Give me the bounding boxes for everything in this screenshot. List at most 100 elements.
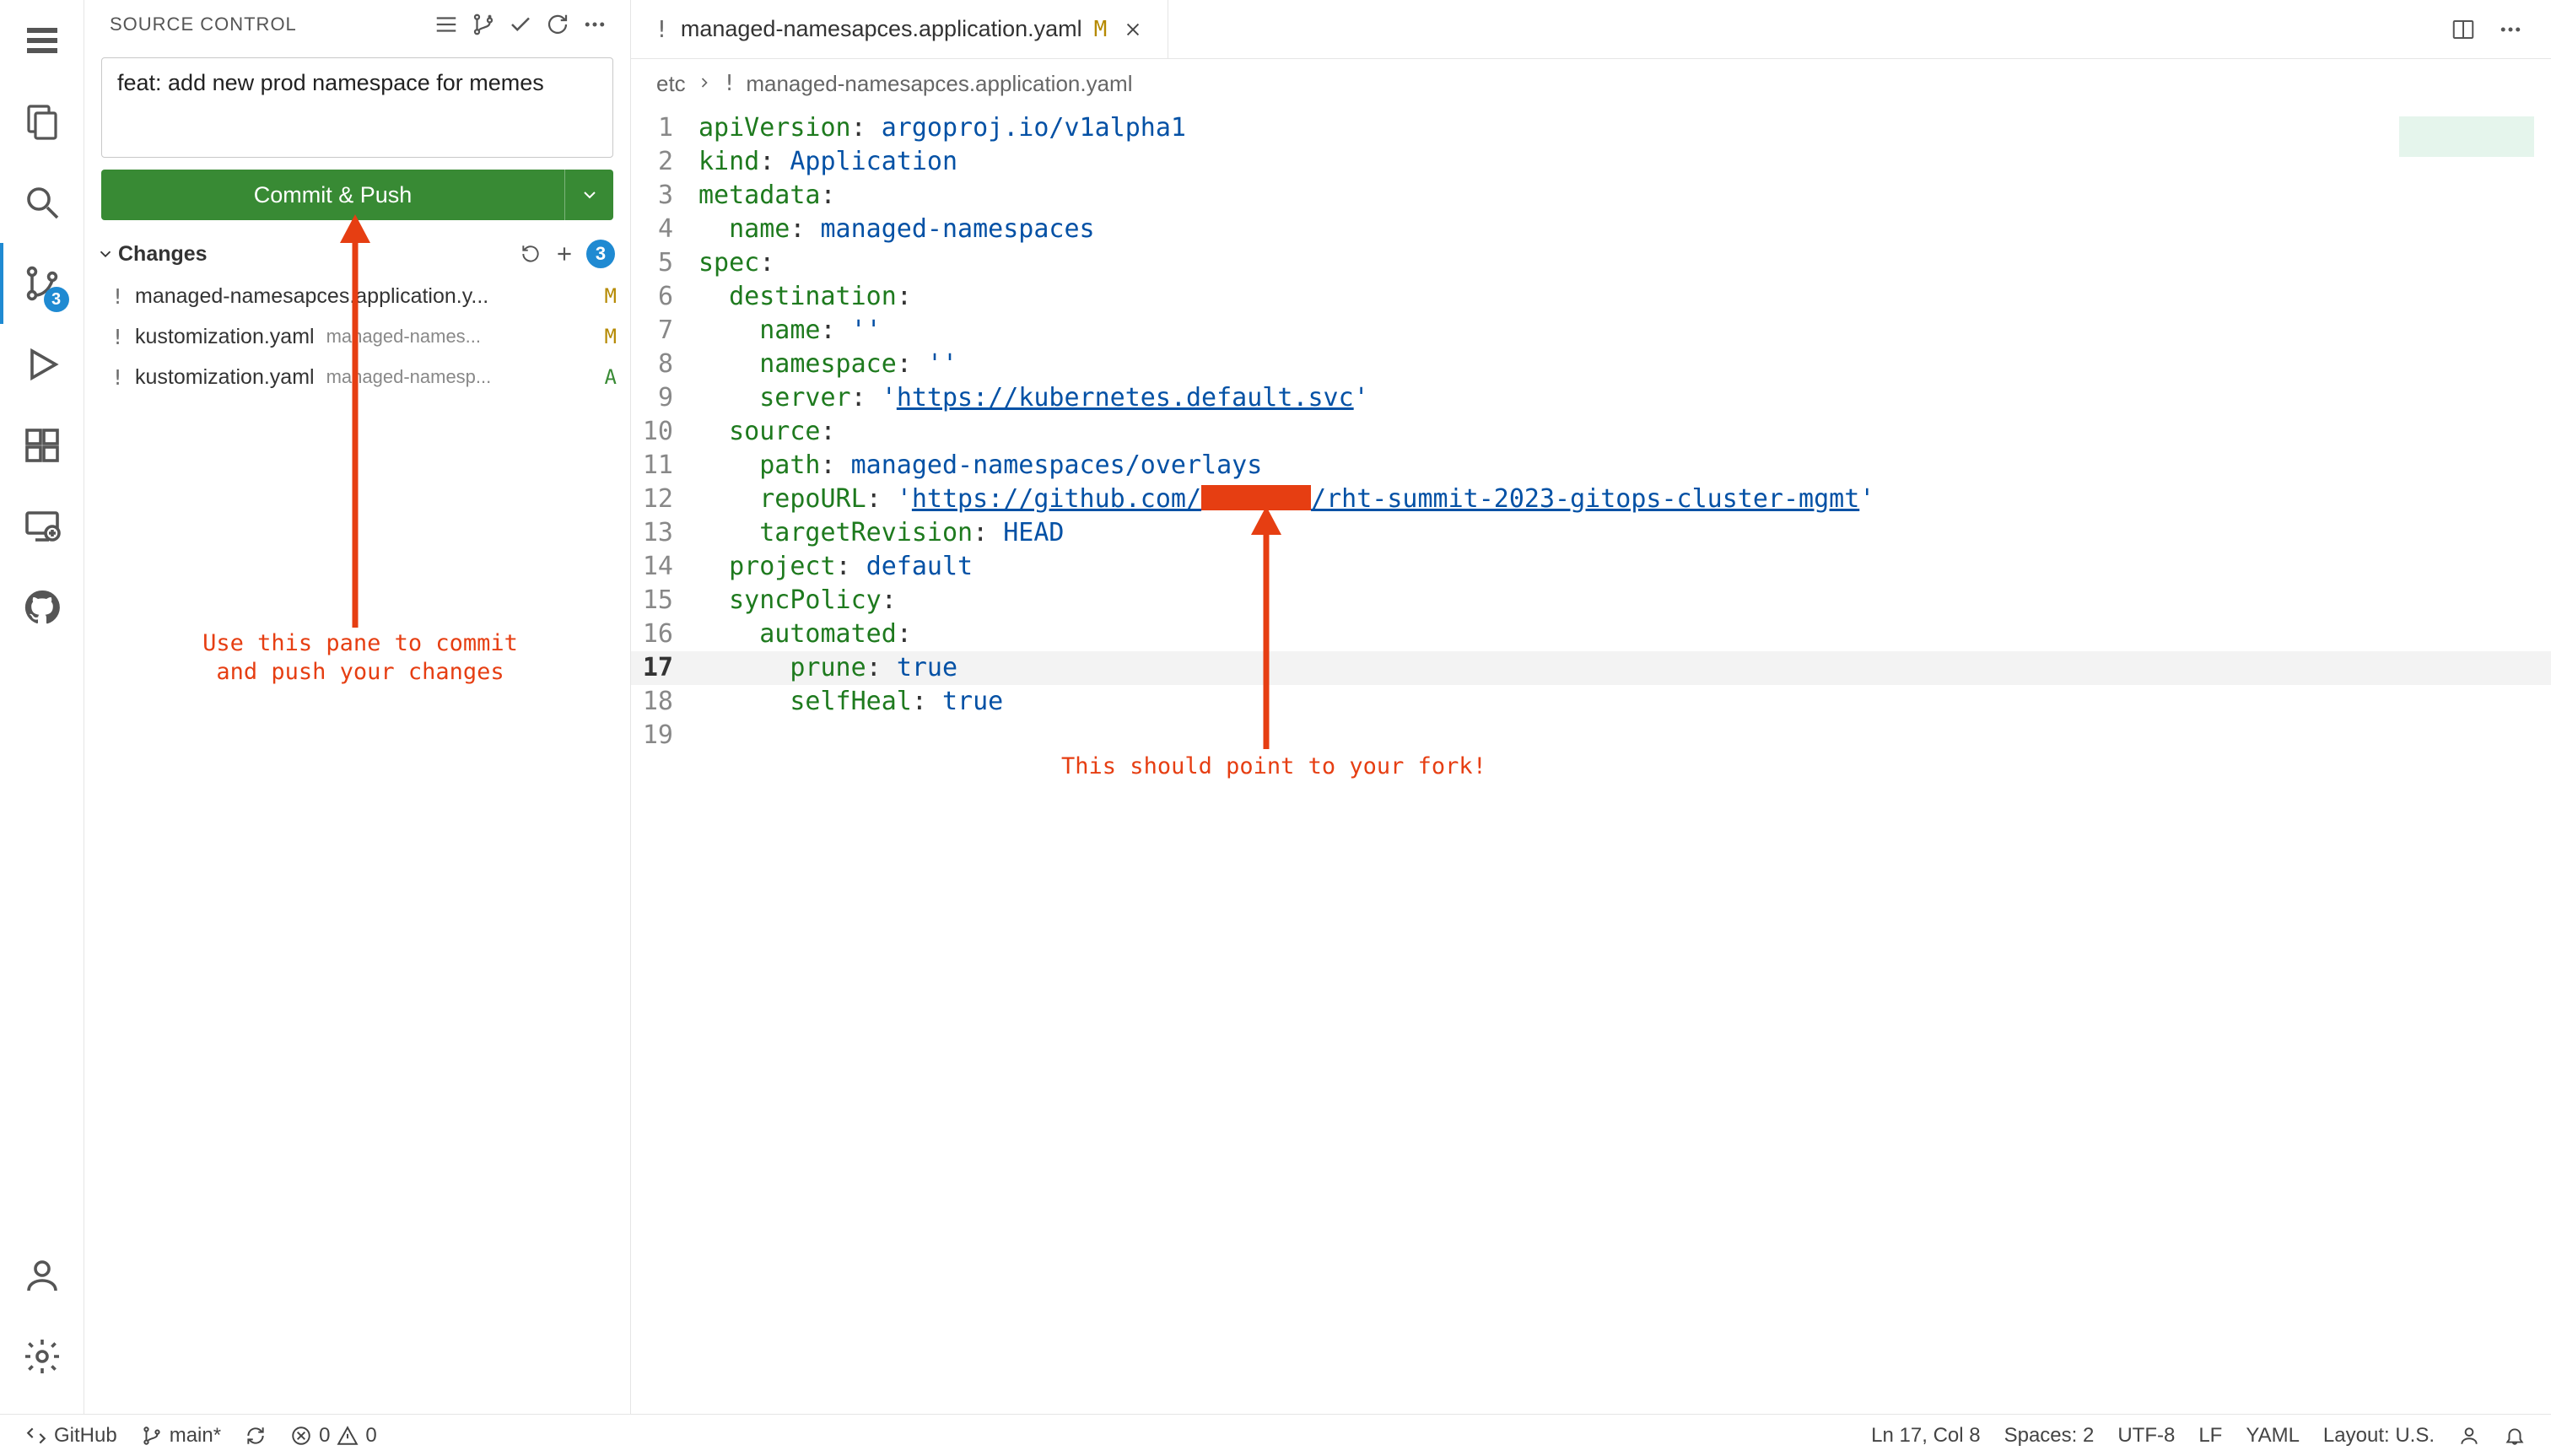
change-row[interactable]: !kustomization.yamlmanaged-namesp...A xyxy=(84,357,630,397)
refresh-icon[interactable] xyxy=(539,6,576,43)
status-encoding[interactable]: UTF-8 xyxy=(2106,1415,2187,1456)
editor-tab[interactable]: ! managed-namesapces.application.yaml M xyxy=(631,0,1168,58)
code-text: name: '' xyxy=(698,314,882,348)
code-text: kind: Application xyxy=(698,145,957,179)
code-line[interactable]: 10 source: xyxy=(631,415,2551,449)
chevron-right-icon xyxy=(696,71,713,97)
code-line[interactable]: 7 name: '' xyxy=(631,314,2551,348)
code-line[interactable]: 2kind: Application xyxy=(631,145,2551,179)
editor-more-icon[interactable] xyxy=(2487,0,2534,58)
status-eol[interactable]: LF xyxy=(2187,1415,2234,1456)
code-line[interactable]: 13 targetRevision: HEAD xyxy=(631,516,2551,550)
search-icon[interactable] xyxy=(0,162,84,243)
yaml-file-icon: ! xyxy=(111,284,135,309)
scm-badge: 3 xyxy=(44,287,69,312)
code-line[interactable]: 6 destination: xyxy=(631,280,2551,314)
remote-explorer-icon[interactable] xyxy=(0,486,84,567)
change-filename: managed-namesapces.application.y... xyxy=(135,284,488,309)
github-icon[interactable] xyxy=(0,567,84,648)
source-control-icon[interactable]: 3 xyxy=(0,243,84,324)
code-text: source: xyxy=(698,415,836,449)
change-row[interactable]: !managed-namesapces.application.y...M xyxy=(84,276,630,316)
code-line[interactable]: 9 server: 'https://kubernetes.default.sv… xyxy=(631,381,2551,415)
changes-count-badge: 3 xyxy=(586,240,615,268)
code-text: apiVersion: argoproj.io/v1alpha1 xyxy=(698,111,1186,145)
tab-filename: managed-namesapces.application.yaml xyxy=(681,16,1082,42)
breadcrumb[interactable]: etc ! managed-namesapces.application.yam… xyxy=(631,59,2551,108)
accounts-icon[interactable] xyxy=(0,1235,84,1316)
code-text: name: managed-namespaces xyxy=(698,213,1095,246)
code-line[interactable]: 5spec: xyxy=(631,246,2551,280)
line-number: 16 xyxy=(631,617,698,651)
panel-title: SOURCE CONTROL xyxy=(110,13,428,35)
split-editor-icon[interactable] xyxy=(2440,0,2487,58)
line-number: 4 xyxy=(631,213,698,246)
yaml-file-icon: ! xyxy=(111,365,135,390)
extensions-icon[interactable] xyxy=(0,405,84,486)
line-number: 15 xyxy=(631,584,698,617)
line-number: 19 xyxy=(631,719,698,752)
change-status: M xyxy=(596,325,617,348)
commit-message-input[interactable] xyxy=(102,58,612,151)
code-line[interactable]: 16 automated: xyxy=(631,617,2551,651)
stage-all-icon[interactable] xyxy=(547,237,581,271)
yaml-file-icon: ! xyxy=(655,15,669,43)
code-line[interactable]: 15 syncPolicy: xyxy=(631,584,2551,617)
code-text: targetRevision: HEAD xyxy=(698,516,1065,550)
line-number: 12 xyxy=(631,483,698,516)
status-remote[interactable]: GitHub xyxy=(13,1415,129,1456)
status-branch[interactable]: main* xyxy=(129,1415,233,1456)
menu-button[interactable] xyxy=(0,0,84,81)
code-line[interactable]: 17 prune: true xyxy=(631,651,2551,685)
commit-dropdown-button[interactable] xyxy=(564,170,613,220)
code-line[interactable]: 3metadata: xyxy=(631,179,2551,213)
code-text: automated: xyxy=(698,617,912,651)
status-sync-icon[interactable] xyxy=(233,1415,278,1456)
more-actions-icon[interactable] xyxy=(576,6,613,43)
code-line[interactable]: 18 selfHeal: true xyxy=(631,685,2551,719)
discard-all-icon[interactable] xyxy=(514,237,547,271)
view-as-tree-icon[interactable] xyxy=(428,6,465,43)
status-problems[interactable]: 0 0 xyxy=(278,1415,389,1456)
code-line[interactable]: 11 path: managed-namespaces/overlays xyxy=(631,449,2551,483)
change-filename: kustomization.yaml xyxy=(135,365,315,390)
settings-gear-icon[interactable] xyxy=(0,1316,84,1397)
tab-bar: ! managed-namesapces.application.yaml M xyxy=(631,0,2551,59)
code-line[interactable]: 8 namespace: '' xyxy=(631,348,2551,381)
status-indent[interactable]: Spaces: 2 xyxy=(1993,1415,2106,1456)
status-language[interactable]: YAML xyxy=(2234,1415,2311,1456)
line-number: 13 xyxy=(631,516,698,550)
change-row[interactable]: !kustomization.yamlmanaged-names...M xyxy=(84,316,630,357)
breadcrumb-file: managed-namesapces.application.yaml xyxy=(746,71,1132,97)
line-number: 10 xyxy=(631,415,698,449)
code-text: prune: true xyxy=(698,651,957,685)
yaml-file-icon: ! xyxy=(111,325,135,349)
status-bell-icon[interactable] xyxy=(2492,1415,2538,1456)
changes-section-header[interactable]: Changes 3 xyxy=(84,232,630,276)
code-line[interactable]: 19 xyxy=(631,719,2551,752)
explorer-icon[interactable] xyxy=(0,81,84,162)
code-line[interactable]: 1apiVersion: argoproj.io/v1alpha1 xyxy=(631,111,2551,145)
status-layout[interactable]: Layout: U.S. xyxy=(2311,1415,2446,1456)
code-line[interactable]: 14 project: default xyxy=(631,550,2551,584)
code-text: repoURL: 'https://github.com//rht-summit… xyxy=(698,483,1874,516)
create-branch-icon[interactable] xyxy=(465,6,502,43)
code-line[interactable]: 12 repoURL: 'https://github.com//rht-sum… xyxy=(631,483,2551,516)
commit-message-box xyxy=(101,57,613,158)
panel-header: SOURCE CONTROL xyxy=(84,0,630,49)
status-feedback-icon[interactable] xyxy=(2446,1415,2492,1456)
line-number: 7 xyxy=(631,314,698,348)
line-number: 8 xyxy=(631,348,698,381)
commit-check-icon[interactable] xyxy=(502,6,539,43)
line-number: 5 xyxy=(631,246,698,280)
code-line[interactable]: 4 name: managed-namespaces xyxy=(631,213,2551,246)
commit-push-button[interactable]: Commit & Push xyxy=(101,170,564,220)
line-number: 14 xyxy=(631,550,698,584)
minimap[interactable] xyxy=(2399,116,2534,184)
code-text: namespace: '' xyxy=(698,348,957,381)
code-editor[interactable]: 1apiVersion: argoproj.io/v1alpha12kind: … xyxy=(631,108,2551,1414)
status-cursor[interactable]: Ln 17, Col 8 xyxy=(1859,1415,1992,1456)
run-debug-icon[interactable] xyxy=(0,324,84,405)
editor-area: ! managed-namesapces.application.yaml M … xyxy=(631,0,2551,1414)
tab-close-icon[interactable] xyxy=(1119,15,1147,44)
